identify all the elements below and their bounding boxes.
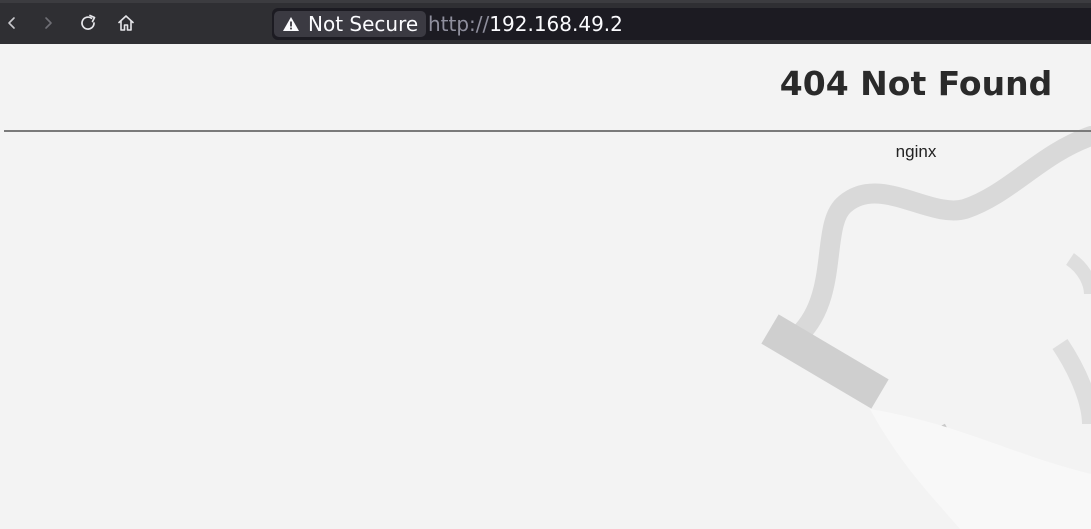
- home-icon: [118, 15, 134, 31]
- url-scheme: http://: [428, 12, 490, 36]
- security-label: Not Secure: [308, 12, 419, 36]
- back-button[interactable]: [0, 11, 24, 35]
- chevron-right-icon: [45, 17, 52, 29]
- page-title: 404 Not Found: [779, 64, 1053, 103]
- warning-triangle-icon: [283, 17, 299, 31]
- divider: [4, 130, 1091, 132]
- url-host: 192.168.49.2: [489, 12, 623, 36]
- security-indicator[interactable]: Not Secure: [274, 11, 427, 37]
- reload-button[interactable]: [76, 11, 100, 35]
- home-button[interactable]: [114, 11, 138, 35]
- page-content: 404 Not Found nginx: [0, 44, 1091, 529]
- server-name: nginx: [895, 142, 937, 161]
- forward-button[interactable]: [36, 11, 60, 35]
- reload-icon: [81, 14, 96, 30]
- background-watermark: [761, 126, 1091, 529]
- chevron-left-icon: [8, 17, 15, 29]
- address-bar[interactable]: Not Secure http://192.168.49.2: [272, 8, 1091, 40]
- url-text[interactable]: http://192.168.49.2: [428, 8, 623, 40]
- browser-toolbar: Not Secure http://192.168.49.2: [0, 0, 1091, 44]
